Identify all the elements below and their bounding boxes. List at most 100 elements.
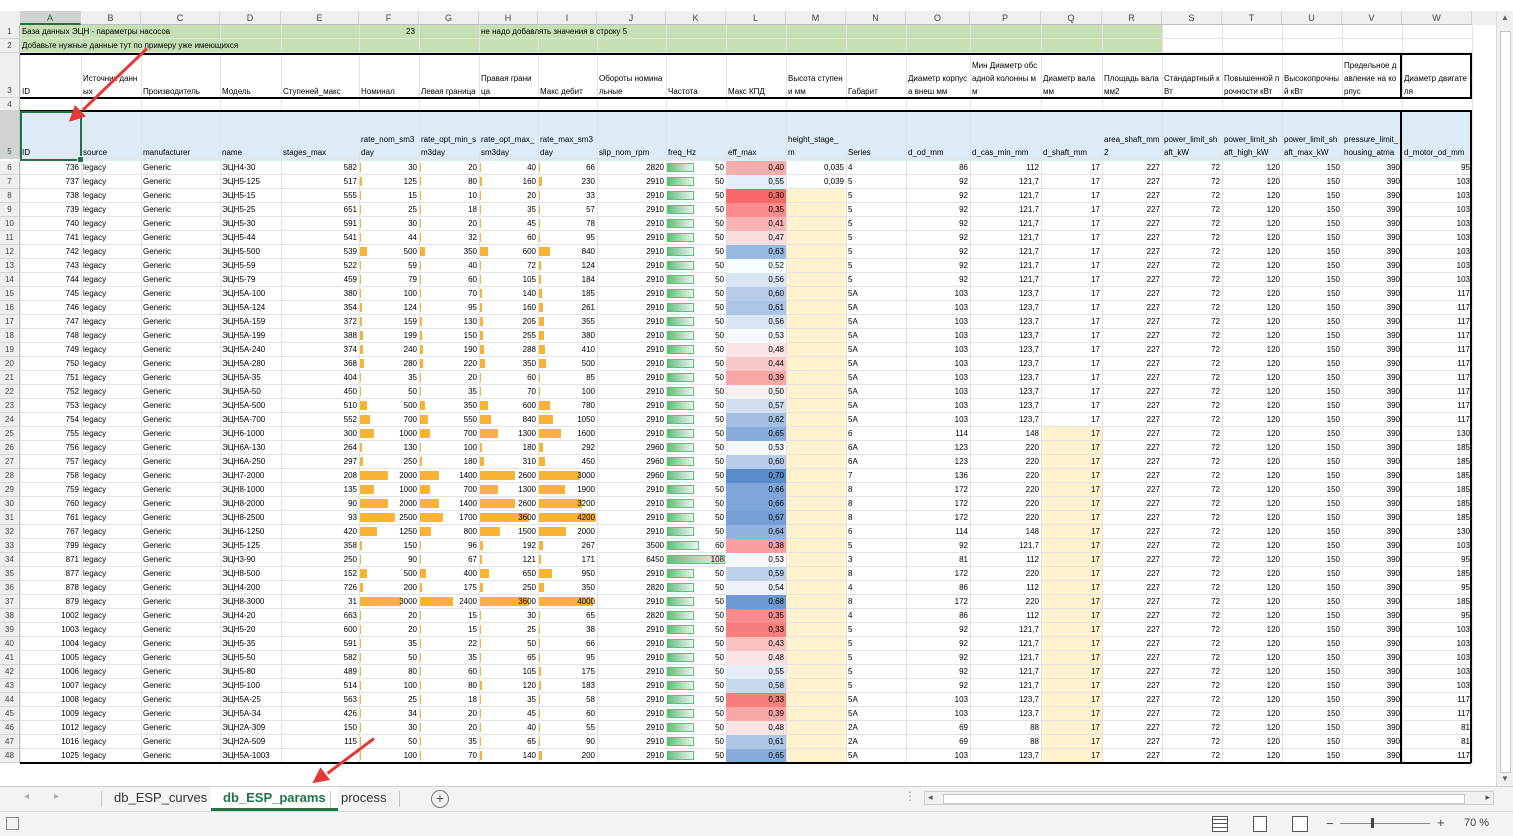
data-cell[interactable]: ЭЦН8-500 <box>220 567 281 581</box>
data-cell[interactable]: legacy <box>81 343 141 357</box>
data-cell[interactable]: 130 <box>1402 525 1472 539</box>
data-cell[interactable] <box>786 399 846 413</box>
data-cell[interactable]: 17 <box>1041 245 1102 259</box>
data-cell[interactable]: 390 <box>1342 539 1402 553</box>
header-ru-cell[interactable]: Частота <box>666 53 726 98</box>
data-cell[interactable]: 390 <box>1342 455 1402 469</box>
data-cell[interactable]: 3000 <box>538 469 597 483</box>
data-cell[interactable]: 92 <box>906 679 970 693</box>
data-cell[interactable]: Generic <box>141 721 220 735</box>
data-cell[interactable]: 390 <box>1342 301 1402 315</box>
data-cell[interactable]: 103 <box>906 693 970 707</box>
data-cell[interactable] <box>786 693 846 707</box>
data-cell[interactable]: 5 <box>846 245 906 259</box>
data-cell[interactable]: 220 <box>970 441 1041 455</box>
data-cell[interactable]: 1400 <box>419 469 479 483</box>
data-cell[interactable]: 751 <box>20 371 81 385</box>
hint-cell[interactable]: Добавьте нужные данные тут по примеру уж… <box>20 39 420 53</box>
data-cell[interactable]: 50 <box>666 259 726 273</box>
data-cell[interactable] <box>786 623 846 637</box>
data-cell[interactable]: Generic <box>141 637 220 651</box>
data-cell[interactable]: 160 <box>479 175 538 189</box>
data-cell[interactable]: ЭЦН2А-509 <box>220 735 281 749</box>
data-cell[interactable]: 88 <box>970 721 1041 735</box>
zoom-level[interactable]: 70 % <box>1464 817 1489 829</box>
data-cell[interactable]: 86 <box>906 581 970 595</box>
data-cell[interactable]: 0,54 <box>726 581 786 595</box>
data-cell[interactable]: 756 <box>20 441 81 455</box>
data-cell[interactable]: 30 <box>479 609 538 623</box>
scroll-left-icon[interactable]: ◂ <box>928 792 933 803</box>
data-cell[interactable]: 44 <box>359 231 419 245</box>
data-cell[interactable]: 17 <box>1041 637 1102 651</box>
data-cell[interactable]: 2910 <box>597 245 666 259</box>
data-cell[interactable]: 95 <box>538 231 597 245</box>
column-header-w[interactable]: W <box>1402 11 1472 25</box>
data-cell[interactable]: 310 <box>479 455 538 469</box>
data-cell[interactable]: 5A <box>846 329 906 343</box>
data-cell[interactable]: 103 <box>906 357 970 371</box>
data-cell[interactable]: 150 <box>1282 497 1342 511</box>
data-cell[interactable] <box>786 539 846 553</box>
header-ru-cell[interactable]: ID <box>20 53 81 98</box>
data-cell[interactable]: 700 <box>359 413 419 427</box>
data-cell[interactable]: 227 <box>1102 329 1162 343</box>
data-cell[interactable]: 72 <box>1162 679 1222 693</box>
header-en-cell[interactable]: d_motor_od_mm <box>1402 111 1472 159</box>
data-cell[interactable]: 121,7 <box>970 189 1041 203</box>
data-cell[interactable]: Generic <box>141 609 220 623</box>
data-cell[interactable]: 117 <box>1402 301 1472 315</box>
data-cell[interactable]: 0,33 <box>726 693 786 707</box>
data-cell[interactable]: 227 <box>1102 553 1162 567</box>
data-cell[interactable]: 380 <box>538 329 597 343</box>
data-cell[interactable]: 81 <box>906 553 970 567</box>
data-cell[interactable]: 280 <box>359 357 419 371</box>
column-header-p[interactable]: P <box>970 11 1041 25</box>
data-cell[interactable]: 57 <box>538 203 597 217</box>
data-cell[interactable]: 121,7 <box>970 259 1041 273</box>
data-cell[interactable]: 749 <box>20 343 81 357</box>
data-cell[interactable]: Generic <box>141 231 220 245</box>
data-cell[interactable]: 17 <box>1041 231 1102 245</box>
data-cell[interactable]: 227 <box>1102 287 1162 301</box>
data-cell[interactable]: 0,70 <box>726 469 786 483</box>
header-en-cell[interactable]: height_stage_m <box>786 111 846 159</box>
data-cell[interactable]: 120 <box>1222 385 1282 399</box>
data-cell[interactable]: Generic <box>141 427 220 441</box>
data-cell[interactable]: 121,7 <box>970 203 1041 217</box>
header-en-cell[interactable]: d_shaft_mm <box>1041 111 1102 159</box>
data-cell[interactable]: 50 <box>666 483 726 497</box>
data-cell[interactable]: 746 <box>20 301 81 315</box>
header-en-cell[interactable]: stages_max <box>281 111 359 159</box>
data-cell[interactable]: legacy <box>81 567 141 581</box>
data-cell[interactable]: 227 <box>1102 413 1162 427</box>
data-cell[interactable]: 120 <box>1222 245 1282 259</box>
data-cell[interactable]: 5 <box>846 623 906 637</box>
data-cell[interactable]: 205 <box>479 315 538 329</box>
data-cell[interactable]: 17 <box>1041 623 1102 637</box>
data-cell[interactable]: 737 <box>20 175 81 189</box>
data-cell[interactable]: 2910 <box>597 357 666 371</box>
data-cell[interactable]: 103 <box>1402 623 1472 637</box>
data-cell[interactable]: 5A <box>846 693 906 707</box>
row-header[interactable]: 8 <box>0 189 20 203</box>
data-cell[interactable]: 380 <box>281 287 359 301</box>
data-cell[interactable]: 0,39 <box>726 371 786 385</box>
data-cell[interactable]: ЭЦН5-125 <box>220 539 281 553</box>
data-cell[interactable]: 150 <box>1282 189 1342 203</box>
data-cell[interactable]: 32 <box>419 231 479 245</box>
note-cell[interactable]: не надо добавлять значения в строку 5 <box>479 25 779 39</box>
header-ru-cell[interactable]: Габарит <box>846 53 906 98</box>
data-cell[interactable]: 121,7 <box>970 245 1041 259</box>
data-cell[interactable]: 2910 <box>597 623 666 637</box>
data-cell[interactable]: 390 <box>1342 357 1402 371</box>
data-cell[interactable]: ЭЦН6-1000 <box>220 427 281 441</box>
data-cell[interactable]: 5A <box>846 343 906 357</box>
data-cell[interactable]: ЭЦН5А-500 <box>220 399 281 413</box>
data-cell[interactable]: 0,41 <box>726 217 786 231</box>
data-cell[interactable]: 92 <box>906 245 970 259</box>
data-cell[interactable]: 0,56 <box>726 273 786 287</box>
header-ru-cell[interactable]: Правая граница <box>479 53 538 98</box>
data-cell[interactable]: 5 <box>846 539 906 553</box>
data-cell[interactable]: 120 <box>1222 525 1282 539</box>
